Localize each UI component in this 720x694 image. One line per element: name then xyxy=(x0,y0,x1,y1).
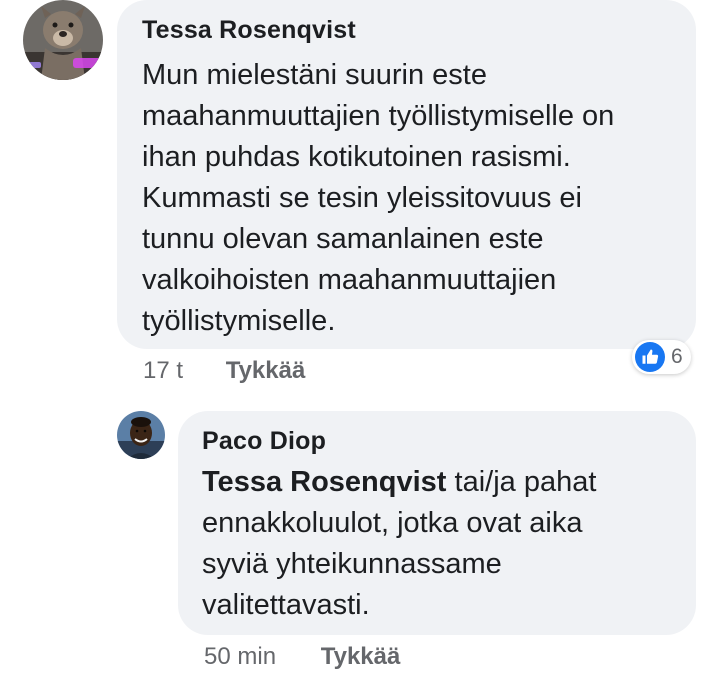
comment-mention[interactable]: Tessa Rosenqvist xyxy=(202,466,446,498)
comment-thread: Tessa Rosenqvist Mun mielestäni suurin e… xyxy=(0,0,720,694)
comment-timestamp[interactable]: 50 min xyxy=(204,643,276,670)
reaction-summary[interactable]: 6 xyxy=(632,340,691,374)
like-button[interactable]: Tykkää xyxy=(226,357,306,384)
comment-author[interactable]: Paco Diop xyxy=(202,427,326,456)
comment-text: Mun mielestäni suurin este maahanmuuttaj… xyxy=(142,59,615,337)
comment-meta: 17 t Tykkää xyxy=(143,357,305,385)
person-photo-avatar-icon xyxy=(117,411,165,459)
avatar[interactable] xyxy=(117,411,165,459)
comment-meta: 50 min Tykkää xyxy=(204,643,400,671)
reaction-count: 6 xyxy=(671,345,683,368)
thumbs-up-icon xyxy=(635,342,665,372)
comment-bubble: Paco Diop Tessa Rosenqvist tai/ja pahat … xyxy=(178,411,696,635)
avatar[interactable] xyxy=(23,0,103,80)
comment-bubble: Tessa Rosenqvist Mun mielestäni suurin e… xyxy=(117,0,696,349)
like-button[interactable]: Tykkää xyxy=(321,643,401,670)
dog-photo-avatar-icon xyxy=(23,0,103,80)
comment-author[interactable]: Tessa Rosenqvist xyxy=(142,16,356,45)
comment-timestamp[interactable]: 17 t xyxy=(143,357,183,384)
comment-text: Tessa Rosenqvist tai/ja pahat ennakkoluu… xyxy=(202,462,596,626)
